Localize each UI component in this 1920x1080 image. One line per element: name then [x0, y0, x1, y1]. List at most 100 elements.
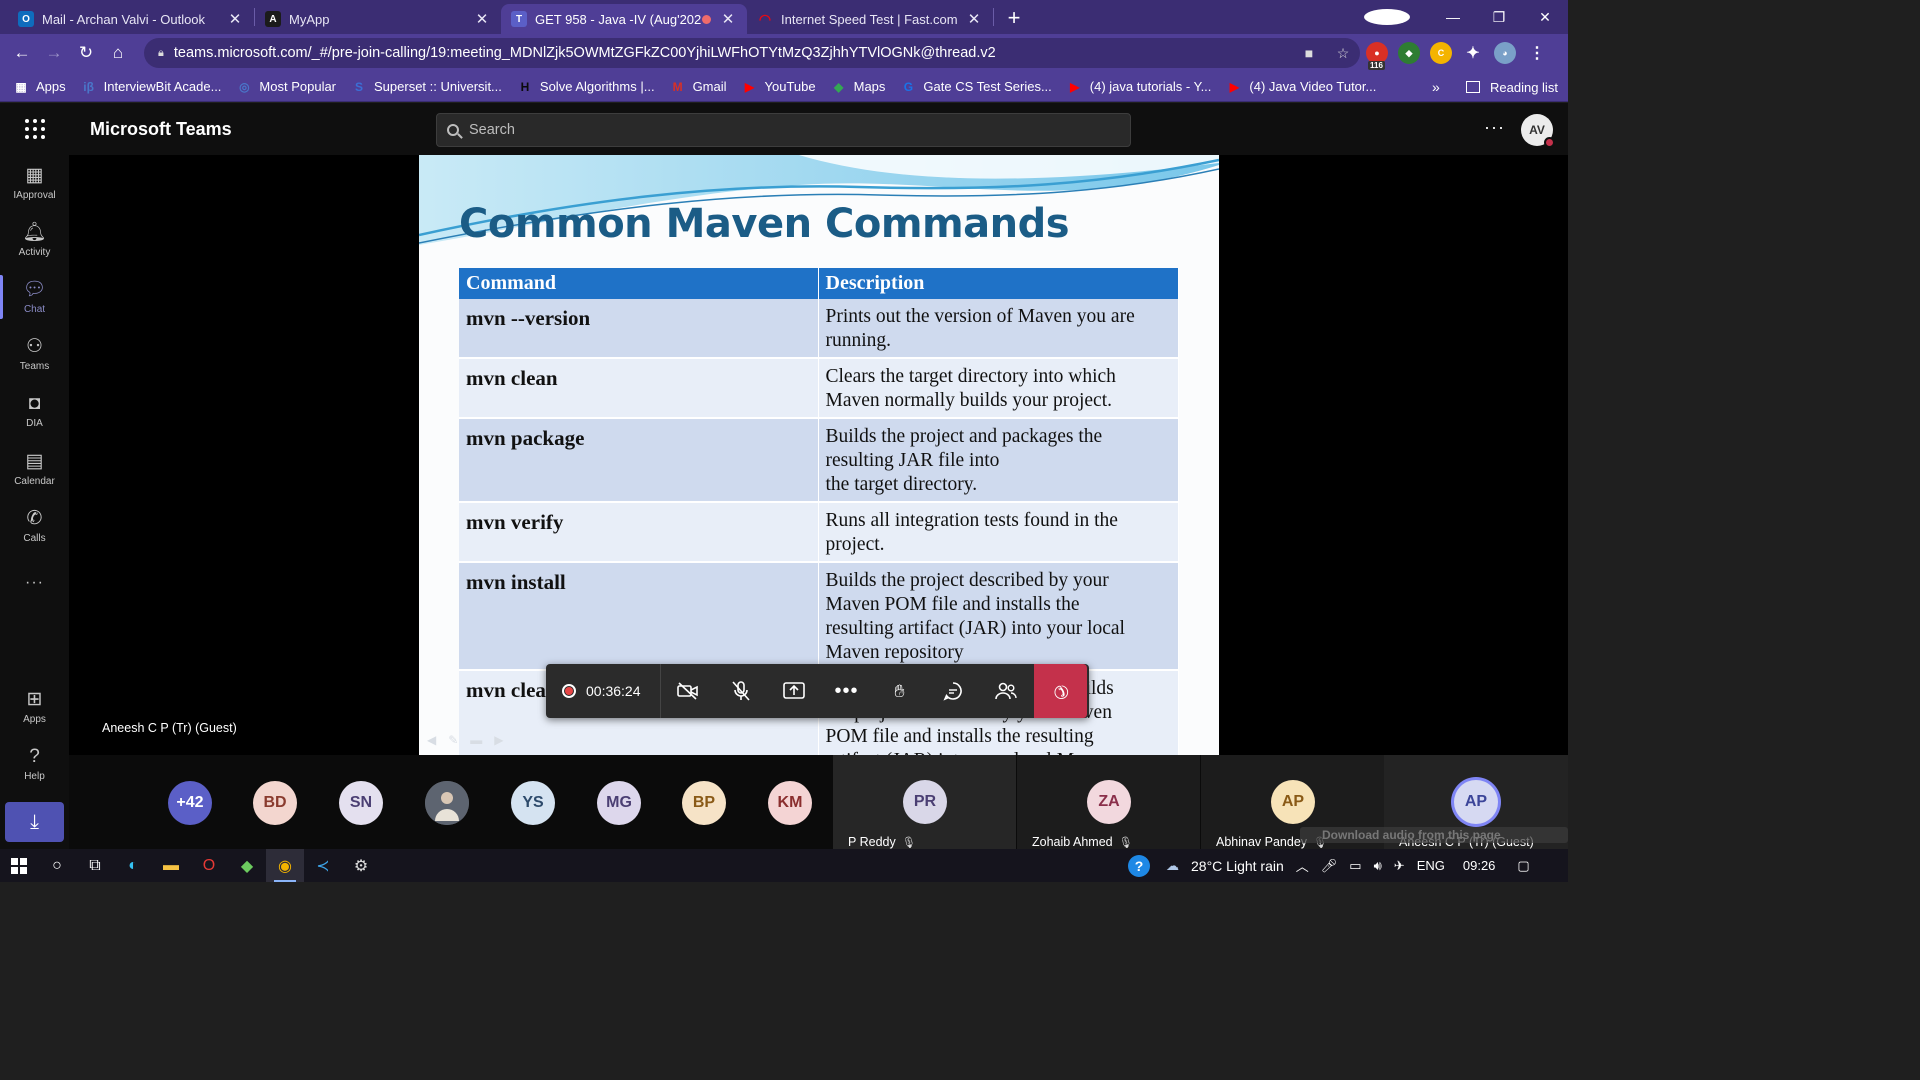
bookmark-item[interactable]: H Solve Algorithms |...	[518, 79, 655, 94]
meeting-chat-button[interactable]	[926, 664, 979, 718]
app-bar-item-dia[interactable]: ◘ DIA	[0, 383, 69, 439]
settings-app-icon[interactable]: ⚙	[342, 849, 380, 882]
participant-avatar[interactable]: SN	[339, 781, 383, 825]
close-tab-icon[interactable]: ✕	[473, 10, 491, 28]
tab-fast-com[interactable]: ◠ Internet Speed Test | Fast.com ✕	[747, 4, 993, 34]
app-bar-item-chat[interactable]: 💬︎ Chat	[0, 269, 69, 325]
extension-icon[interactable]: C	[1430, 42, 1452, 64]
slide-prev-icon[interactable]: ◀	[427, 733, 436, 747]
download-app-button[interactable]: ⤓	[5, 802, 64, 842]
app-bar-item-calls[interactable]: ✆ Calls	[0, 498, 69, 554]
vscode-icon[interactable]: ≺	[304, 849, 342, 882]
url-field[interactable]: 🔒︎ teams.microsoft.com/_#/pre-join-calli…	[144, 38, 1360, 68]
windows-start-icon[interactable]	[0, 849, 38, 882]
bookmark-item[interactable]: ▶ (4) Java Video Tutor...	[1227, 79, 1377, 94]
tray-overflow-icon[interactable]: ︿	[1296, 856, 1309, 875]
language-indicator[interactable]: ENG	[1417, 858, 1445, 873]
app-bar-item-apps[interactable]: ⊞ Apps	[0, 679, 69, 735]
tab-search-icon[interactable]: ▼	[1364, 9, 1410, 25]
more-options-icon[interactable]: ···	[1484, 117, 1505, 138]
participant-avatar[interactable]: KM	[768, 781, 812, 825]
camera-off-button[interactable]	[661, 664, 714, 718]
cortana-search-icon[interactable]: ○	[38, 849, 76, 882]
back-icon[interactable]: ←	[6, 43, 38, 63]
download-audio-overlay[interactable]: Download audio from this page	[1300, 827, 1568, 843]
bookmark-star-icon[interactable]: ☆	[1326, 45, 1360, 62]
tab-teams-meeting[interactable]: T GET 958 - Java -IV (Aug'2021 ✕	[501, 4, 747, 34]
more-participants-button[interactable]: +42	[168, 781, 212, 825]
bookmark-item[interactable]: M Gmail	[671, 79, 727, 94]
bookmark-item[interactable]: ▦ Apps	[14, 79, 65, 94]
microphone-tray-icon[interactable]: 🎤︎	[1321, 858, 1338, 874]
close-tab-icon[interactable]: ✕	[719, 10, 737, 28]
volume-icon[interactable]: 🔊︎	[1374, 858, 1382, 874]
network-icon[interactable]: ✈	[1394, 858, 1405, 874]
edge-icon[interactable]: ◐	[114, 849, 152, 882]
opera-icon[interactable]: O	[190, 849, 228, 882]
leave-call-button[interactable]: ✆	[1034, 664, 1087, 718]
table-row: mvn --version Prints out the version of M…	[459, 299, 1179, 359]
tab-outlook[interactable]: O Mail - Archan Valvi - Outlook ✕	[8, 4, 254, 34]
clock[interactable]: 09:26	[1463, 858, 1496, 873]
notifications-icon[interactable]: ▢	[1517, 858, 1529, 874]
more-actions-button[interactable]: •••	[820, 664, 873, 718]
user-avatar[interactable]: AV	[1521, 114, 1555, 148]
participant-avatar[interactable]: BD	[253, 781, 297, 825]
app-bar-item-help[interactable]: ? Help	[0, 736, 69, 792]
profile-avatar[interactable]: ◕	[1494, 42, 1516, 64]
minimize-icon[interactable]: —	[1430, 9, 1476, 25]
app-bar-item-calendar[interactable]: ▤ Calendar	[0, 441, 69, 497]
close-tab-icon[interactable]: ✕	[226, 10, 244, 28]
app-bar-item-teams[interactable]: ⚇ Teams	[0, 326, 69, 382]
app-icon[interactable]: ◆	[228, 849, 266, 882]
raise-hand-button[interactable]: ✋︎	[873, 664, 926, 718]
bookmark-item[interactable]: ▶ YouTube	[743, 79, 816, 94]
restore-icon[interactable]: ❐	[1476, 9, 1522, 26]
home-icon[interactable]: ⌂	[102, 43, 134, 63]
search-input[interactable]: Search	[436, 113, 1131, 147]
battery-icon[interactable]: ▭	[1349, 858, 1361, 874]
participant-tile[interactable]: ZA Zohaib Ahmed 🎙︎	[1017, 755, 1200, 849]
app-bar-item-activity[interactable]: 🔔︎ Activity	[0, 212, 69, 268]
kebab-menu-icon[interactable]: ⋮	[1526, 42, 1548, 64]
bookmark-item[interactable]: ◎ Most Popular	[237, 79, 336, 94]
weather-text[interactable]: 28°C Light rain	[1191, 858, 1284, 874]
participant-tile[interactable]: PR P Reddy 🎙︎	[833, 755, 1016, 849]
chrome-icon[interactable]: ◉	[266, 849, 304, 882]
app-bar-item-iapproval[interactable]: ▦ IApproval	[0, 155, 69, 211]
extension-icon[interactable]: ● 116	[1366, 42, 1388, 70]
app-bar-item-more[interactable]: ···	[0, 555, 69, 611]
reload-icon[interactable]: ↻	[70, 43, 102, 63]
command-cell: mvn clean	[459, 358, 819, 419]
bookmark-item[interactable]: ◆ Maps	[832, 79, 885, 94]
participant-avatar[interactable]: MG	[597, 781, 641, 825]
bookmark-item[interactable]: ▶ (4) java tutorials - Y...	[1068, 79, 1211, 94]
slide-menu-icon[interactable]: ▬	[470, 733, 482, 747]
slide-next-icon[interactable]: ▶	[494, 733, 503, 747]
participant-avatar[interactable]: YS	[511, 781, 555, 825]
close-window-icon[interactable]: ✕	[1522, 9, 1568, 26]
file-explorer-icon[interactable]: ▬	[152, 849, 190, 882]
task-view-icon[interactable]: ⧉	[76, 849, 114, 882]
help-tray-icon[interactable]: ?	[1128, 854, 1150, 877]
new-tab-button[interactable]: +	[994, 5, 1034, 31]
participants-button[interactable]	[979, 664, 1032, 718]
reading-list-button[interactable]: Reading list	[1466, 72, 1558, 102]
tab-myapp[interactable]: A MyApp ✕	[255, 4, 501, 34]
camera-blocked-icon[interactable]: ■	[1292, 45, 1326, 61]
close-tab-icon[interactable]: ✕	[965, 10, 983, 28]
lock-icon[interactable]: 🔒︎	[158, 47, 164, 60]
forward-icon[interactable]: →	[38, 43, 70, 63]
mic-off-button[interactable]	[714, 664, 767, 718]
bookmark-item[interactable]: S Superset :: Universit...	[352, 79, 502, 94]
participant-avatar[interactable]: BP	[682, 781, 726, 825]
bookmark-item[interactable]: iβ InterviewBit Acade...	[82, 79, 221, 94]
extension-icon[interactable]: ◆	[1398, 42, 1420, 64]
bookmark-item[interactable]: G Gate CS Test Series...	[901, 79, 1052, 94]
puzzle-extensions-icon[interactable]: ✦	[1462, 42, 1484, 64]
share-screen-button[interactable]	[767, 664, 820, 718]
bookmarks-overflow-icon[interactable]: »	[1432, 72, 1440, 102]
slide-pen-icon[interactable]: ✎	[448, 733, 458, 747]
app-launcher-icon[interactable]	[25, 119, 45, 139]
participant-photo-avatar[interactable]	[425, 781, 469, 825]
